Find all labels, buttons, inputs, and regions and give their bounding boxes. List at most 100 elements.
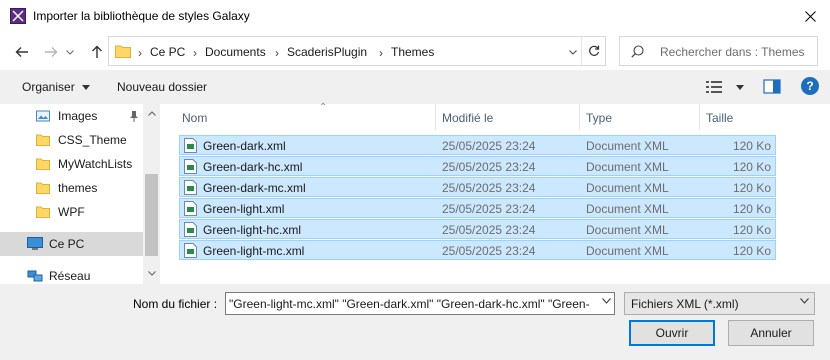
file-type: Document XML [586,160,669,174]
sidebar-item-label: WPF [58,205,85,219]
chevron-down-icon [569,49,577,55]
caret-down-icon [736,84,744,90]
folder-icon [36,206,50,218]
breadcrumb-documents[interactable]: Documents [205,45,266,59]
address-bar[interactable]: › Ce PC › Documents › ScaderisPlugin › T… [108,36,606,66]
refresh-icon [589,45,600,56]
column-header-name[interactable]: ⌃ Nom [179,102,435,130]
file-row[interactable]: Green-light.xml 25/05/2025 23:24 Documen… [179,198,776,218]
scrollbar-thumb[interactable] [145,174,158,256]
breadcrumb-separator-icon: › [193,46,197,60]
app-icon [10,8,26,24]
scroll-down-icon[interactable] [146,268,157,279]
chevron-down-icon [66,49,74,55]
chevron-down-icon[interactable] [602,298,611,304]
back-button[interactable] [11,41,33,63]
file-size: 120 Ko [732,202,771,216]
sidebar-item-images[interactable]: Images [0,104,143,128]
command-bar: Organiser Nouveau dossier ? [0,70,830,104]
file-list: ⌃ Nom Modifié le Type Taille Green-dark.… [160,102,830,284]
title-bar: Importer la bibliothèque de styles Galax… [0,0,830,32]
search-placeholder: Rechercher dans : Themes [660,45,805,59]
sidebar-item-network[interactable]: Réseau [0,264,143,284]
chevron-down-icon [800,298,809,304]
file-row[interactable]: Green-light-mc.xml 25/05/2025 23:24 Docu… [179,240,776,260]
xml-file-icon [184,201,197,216]
folder-icon [36,182,50,194]
caret-down-icon [82,85,91,91]
sidebar-item-wpf[interactable]: WPF [0,200,143,224]
sidebar-item-themes[interactable]: themes [0,176,143,200]
search-input[interactable]: Rechercher dans : Themes [619,36,818,66]
filename-field[interactable]: "Green-light-mc.xml" "Green-dark.xml" "G… [225,292,615,315]
file-name: Green-light-mc.xml [203,244,305,258]
sidebar-item-this-pc[interactable]: Ce PC [0,232,143,256]
cancel-button[interactable]: Annuler [728,320,814,346]
column-header-type[interactable]: Type [580,104,699,130]
column-header-size[interactable]: Taille [700,104,777,130]
column-header-label: Nom [182,111,208,125]
file-size: 120 Ko [732,181,771,195]
file-modified: 25/05/2025 23:24 [442,160,536,174]
file-size: 120 Ko [732,139,771,153]
open-button[interactable]: Ouvrir [629,320,715,346]
sidebar-item-label: Ce PC [49,237,85,251]
help-button[interactable]: ? [801,77,819,95]
file-type: Document XML [586,181,669,195]
navigation-pane: Images CSS_Theme MyWatchLists themes WPF [0,104,160,284]
file-size: 120 Ko [732,244,771,258]
file-name: Green-dark-mc.xml [203,181,306,195]
file-modified: 25/05/2025 23:24 [442,202,536,216]
organize-label: Organiser [22,80,75,94]
sidebar-item-mywatchlists[interactable]: MyWatchLists [0,152,143,176]
breadcrumb-this-pc[interactable]: Ce PC [150,45,185,59]
sidebar-item-label: Images [58,109,98,123]
breadcrumb-scaderisplugin[interactable]: ScaderisPlugin [287,45,367,59]
breadcrumb-separator-icon: › [379,46,383,60]
organize-menu-button[interactable]: Organiser [22,80,91,94]
folder-icon [36,158,50,170]
pin-icon[interactable] [129,110,139,122]
sidebar-item-label: Réseau [49,269,91,283]
sidebar-item-css-theme[interactable]: CSS_Theme [0,128,143,152]
sidebar-scrollbar[interactable] [143,104,160,284]
file-type: Document XML [586,223,669,237]
file-row[interactable]: Green-dark.xml 25/05/2025 23:24 Document… [179,135,776,155]
folder-icon [36,134,50,146]
filetype-select[interactable]: Fichiers XML (*.xml) [624,292,815,315]
scroll-up-icon[interactable] [146,108,157,119]
file-type: Document XML [586,202,669,216]
file-row[interactable]: Green-light-hc.xml 25/05/2025 23:24 Docu… [179,219,776,239]
address-history-button[interactable] [566,45,580,59]
file-modified: 25/05/2025 23:24 [442,139,536,153]
change-view-button[interactable] [706,78,748,96]
refresh-button[interactable] [581,37,606,65]
column-header-label: Modifié le [442,111,494,125]
breadcrumb-themes[interactable]: Themes [391,45,434,59]
column-header-label: Taille [706,111,734,125]
breadcrumb-separator-icon: › [275,46,279,60]
file-type: Document XML [586,244,669,258]
recent-locations-button[interactable] [63,41,77,63]
details-view-icon [706,81,722,93]
xml-file-icon [184,243,197,258]
file-name: Green-dark-hc.xml [203,160,303,174]
column-header-modified[interactable]: Modifié le [436,104,579,130]
search-icon [631,45,644,58]
file-row[interactable]: Green-dark-mc.xml 25/05/2025 23:24 Docum… [179,177,776,197]
xml-file-icon [184,180,197,195]
preview-pane-icon[interactable] [762,78,782,96]
column-header-label: Type [586,111,613,125]
window-title: Importer la bibliothèque de styles Galax… [33,9,250,23]
new-folder-button[interactable]: Nouveau dossier [117,80,207,94]
file-name: Green-light.xml [203,202,285,216]
up-button[interactable] [86,41,108,63]
sort-ascending-icon: ⌃ [319,102,328,113]
network-icon [27,270,43,282]
file-modified: 25/05/2025 23:24 [442,223,536,237]
close-button[interactable] [790,0,830,32]
file-row[interactable]: Green-dark-hc.xml 25/05/2025 23:24 Docum… [179,156,776,176]
forward-button[interactable] [40,41,62,63]
file-size: 120 Ko [732,223,771,237]
images-folder-icon [36,110,50,122]
